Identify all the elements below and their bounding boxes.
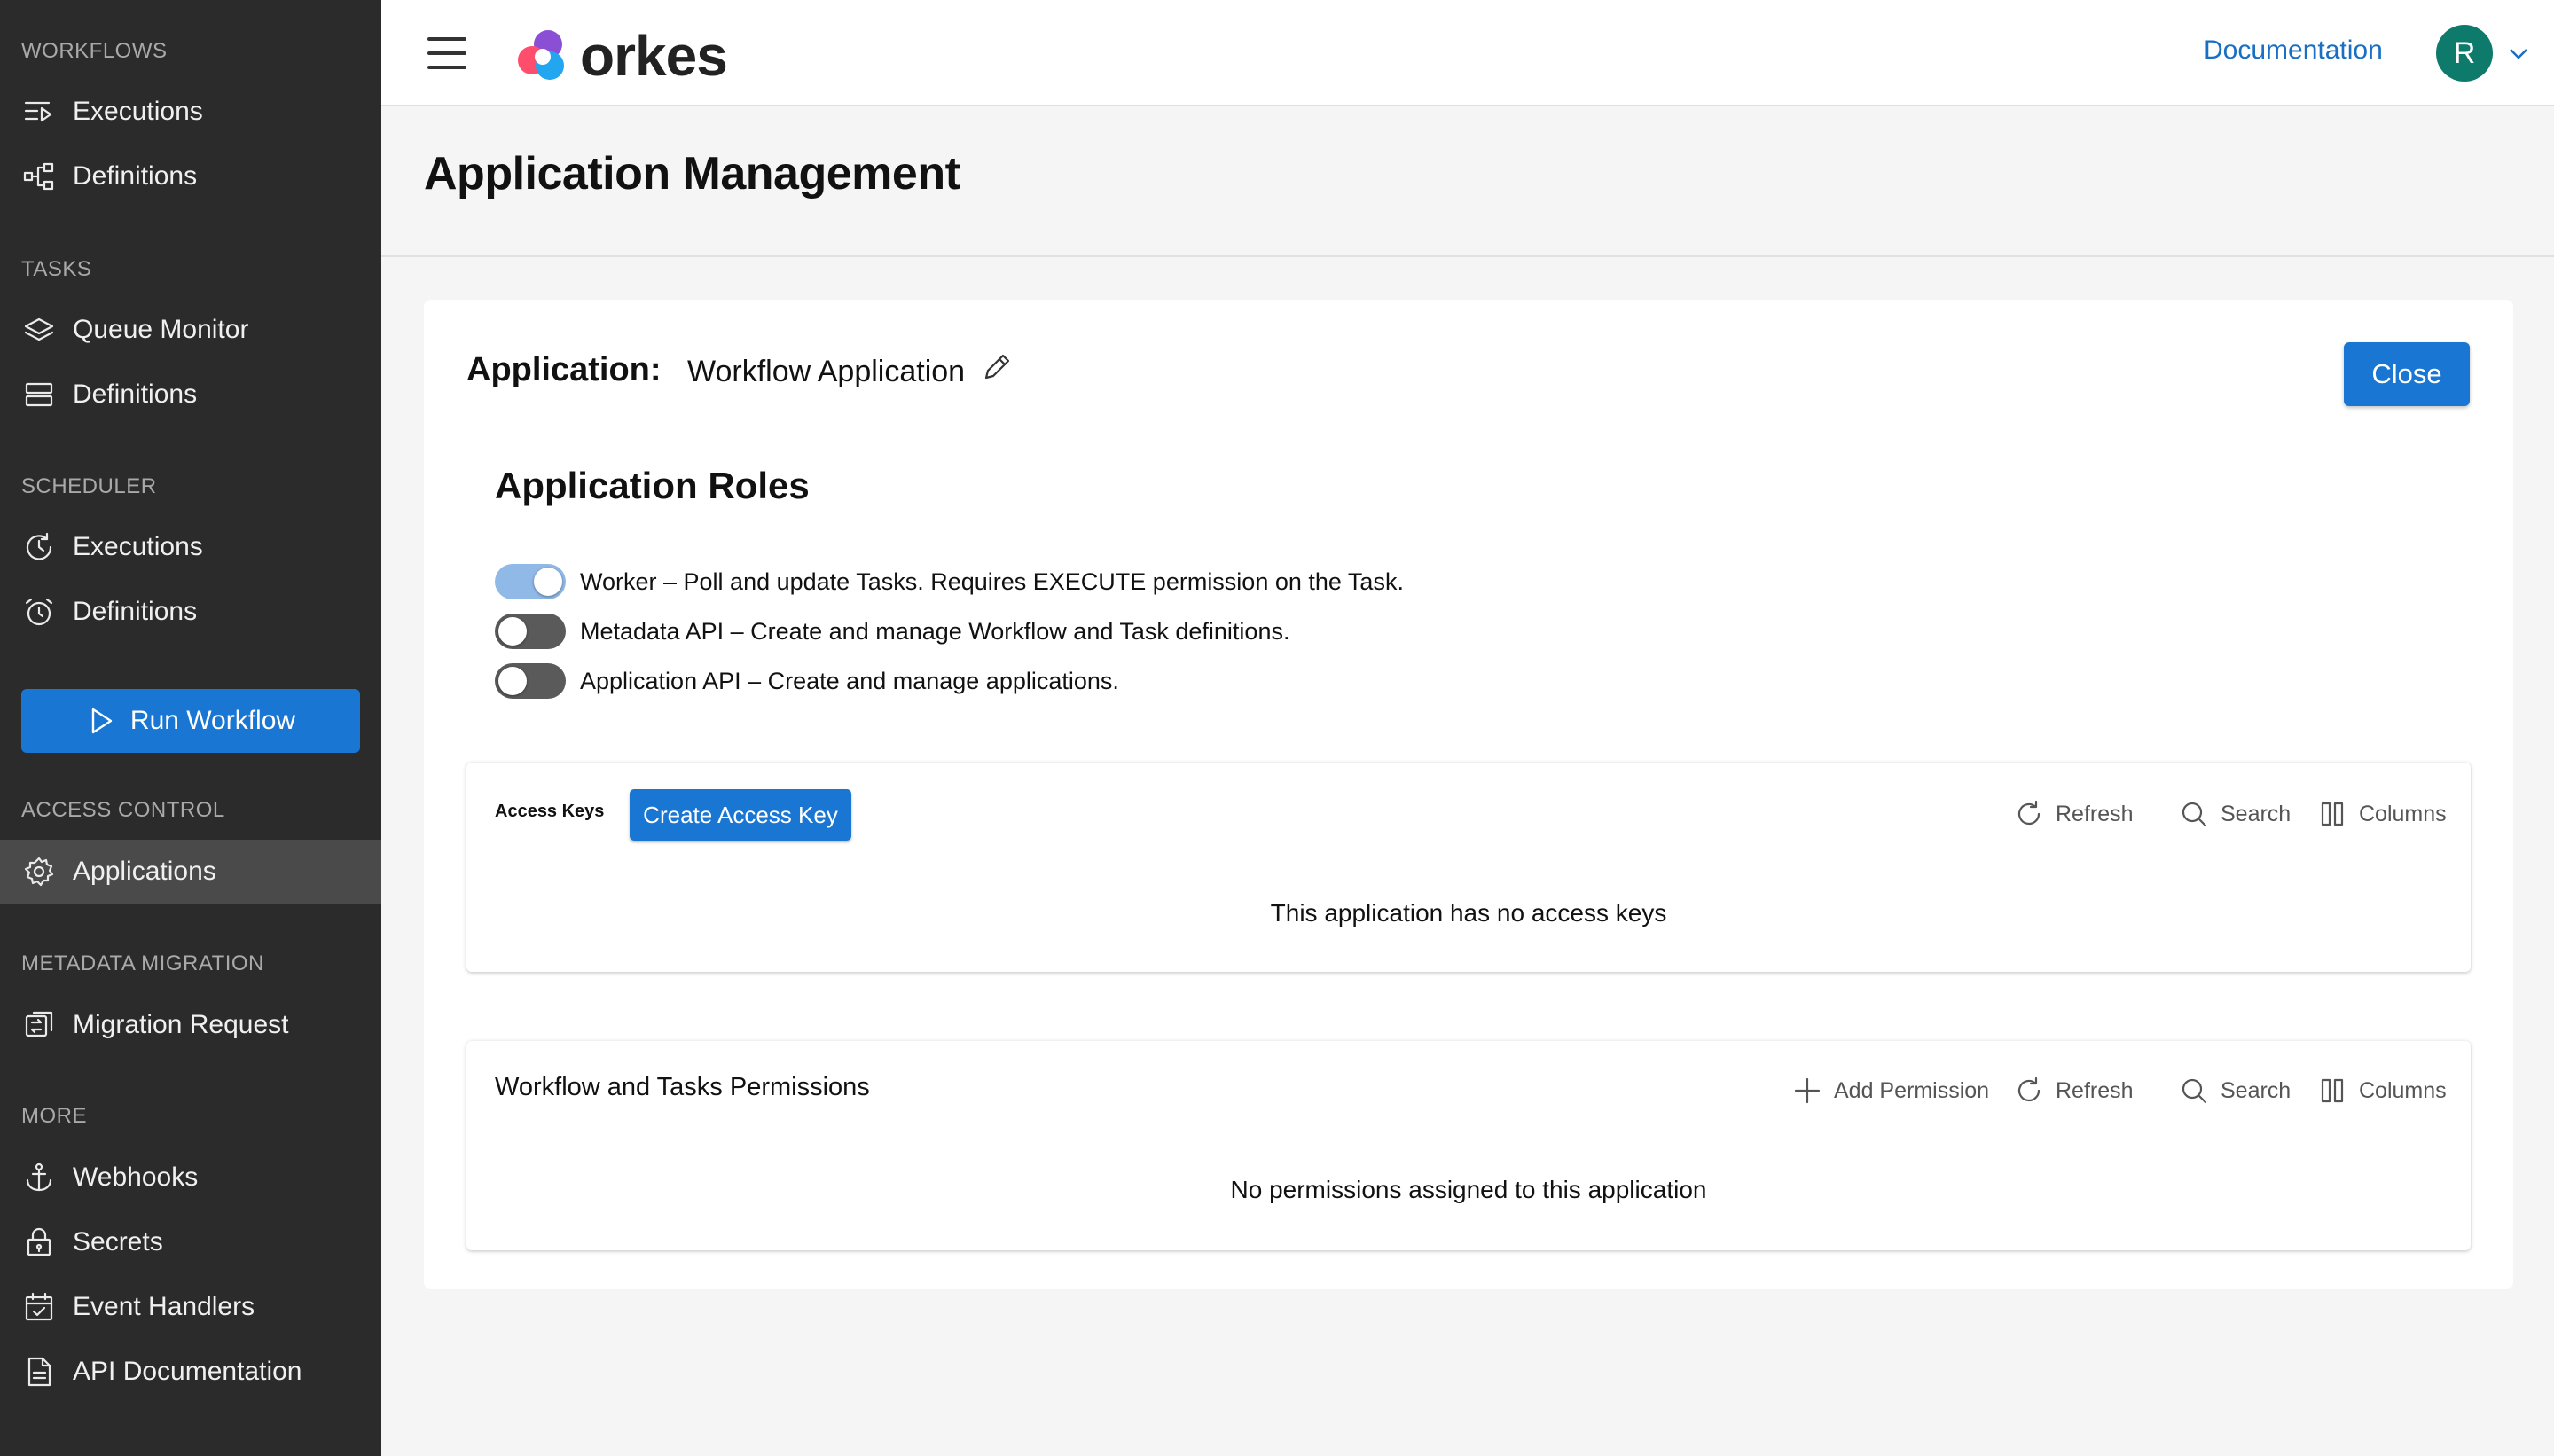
role-worker: Worker – Poll and update Tasks. Requires… xyxy=(495,562,1404,601)
sidebar-item-scheduler-definitions[interactable]: Definitions xyxy=(0,580,381,644)
lock-icon xyxy=(21,1225,57,1260)
top-bar: orkes Documentation R xyxy=(381,0,2554,106)
sidebar-item-webhooks[interactable]: Webhooks xyxy=(0,1146,381,1209)
document-icon xyxy=(21,1354,57,1389)
plus-icon xyxy=(1794,1077,1821,1104)
sidebar-item-api-documentation[interactable]: API Documentation xyxy=(0,1340,381,1404)
play-icon xyxy=(91,708,113,734)
close-button[interactable]: Close xyxy=(2344,342,2470,406)
sidebar-item-label: Secrets xyxy=(73,1227,163,1256)
application-name: Workflow Application xyxy=(687,355,966,388)
sidebar-item-label: Definitions xyxy=(73,380,198,409)
refresh-label: Refresh xyxy=(2056,801,2134,826)
section-scheduler: SCHEDULER xyxy=(21,474,157,498)
sidebar-item-label: Definitions xyxy=(73,161,198,191)
history-icon xyxy=(21,529,57,565)
role-label: Metadata API – Create and manage Workflo… xyxy=(580,617,1290,645)
run-workflow-label: Run Workflow xyxy=(129,706,296,735)
refresh-button[interactable]: Refresh xyxy=(2015,798,2134,830)
metadata-api-role-toggle[interactable] xyxy=(495,614,566,649)
access-keys-empty-message: This application has no access keys xyxy=(1270,899,1667,927)
sidebar-item-event-handlers[interactable]: Event Handlers xyxy=(0,1275,381,1339)
search-label: Search xyxy=(2221,801,2292,826)
columns-label: Columns xyxy=(2359,801,2447,826)
search-label: Search xyxy=(2221,1077,2292,1103)
sidebar-item-task-definitions[interactable]: Definitions xyxy=(0,363,381,427)
sidebar-item-label: Event Handlers xyxy=(73,1292,255,1321)
role-label: Worker – Poll and update Tasks. Requires… xyxy=(580,568,1404,595)
access-keys-title: Access Keys xyxy=(495,802,605,821)
add-permission-button[interactable]: Add Permission xyxy=(1793,1075,1989,1107)
page-header: Application Management xyxy=(381,108,2554,257)
permissions-panel: Workflow and Tasks Permissions Add Permi… xyxy=(466,1041,2471,1250)
application-label: Application: xyxy=(466,351,662,388)
stack-icon xyxy=(21,377,57,412)
columns-icon xyxy=(2321,1078,2344,1103)
logo[interactable]: orkes xyxy=(513,23,728,89)
sidebar-item-workflow-definitions[interactable]: Definitions xyxy=(0,145,381,208)
section-workflows: WORKFLOWS xyxy=(21,39,168,63)
application-api-role-toggle[interactable] xyxy=(495,663,566,699)
sidebar-item-label: Migration Request xyxy=(73,1010,289,1039)
refresh-icon xyxy=(2017,1076,2041,1102)
refresh-label: Refresh xyxy=(2056,1077,2134,1103)
search-icon xyxy=(2182,1078,2207,1104)
columns-button[interactable]: Columns xyxy=(2318,1075,2447,1107)
sidebar-item-label: Queue Monitor xyxy=(73,315,249,344)
role-label: Application API – Create and manage appl… xyxy=(580,667,1119,694)
role-metadata-api: Metadata API – Create and manage Workflo… xyxy=(495,612,1289,651)
application-card: Application: Workflow Application Close … xyxy=(424,300,2513,1289)
workflow-diagram-icon xyxy=(21,159,57,194)
search-button[interactable]: Search xyxy=(2180,798,2291,830)
sidebar: WORKFLOWS Executions Definitions TASKS Q… xyxy=(0,0,381,1456)
sidebar-item-secrets[interactable]: Secrets xyxy=(0,1210,381,1274)
alarm-clock-icon xyxy=(21,594,57,630)
permissions-title: Workflow and Tasks Permissions xyxy=(495,1073,870,1101)
chevron-down-icon[interactable] xyxy=(2506,41,2531,66)
section-more: MORE xyxy=(21,1104,87,1128)
executions-list-icon xyxy=(21,94,57,129)
columns-icon xyxy=(2321,802,2344,826)
section-access-control: ACCESS CONTROL xyxy=(21,798,225,822)
sidebar-item-label: Webhooks xyxy=(73,1162,199,1192)
access-keys-panel: Access Keys Create Access Key Refresh Se… xyxy=(466,763,2471,972)
calendar-check-icon xyxy=(21,1289,57,1325)
orkes-logo-icon xyxy=(513,27,571,85)
avatar[interactable]: R xyxy=(2436,25,2493,82)
sidebar-item-queue-monitor[interactable]: Queue Monitor xyxy=(0,298,381,362)
sidebar-item-label: Definitions xyxy=(73,597,198,626)
section-metadata-migration: METADATA MIGRATION xyxy=(21,951,264,975)
refresh-button[interactable]: Refresh xyxy=(2015,1075,2134,1107)
columns-button[interactable]: Columns xyxy=(2318,798,2447,830)
gear-icon xyxy=(21,854,57,889)
swap-icon xyxy=(21,1007,57,1043)
menu-icon[interactable] xyxy=(427,37,466,69)
role-application-api: Application API – Create and manage appl… xyxy=(495,661,1119,701)
page-title: Application Management xyxy=(424,148,960,200)
sidebar-item-label: Executions xyxy=(73,97,203,126)
layers-icon xyxy=(21,312,57,348)
sidebar-item-label: Executions xyxy=(73,532,203,561)
worker-role-toggle[interactable] xyxy=(495,564,566,599)
sidebar-item-workflow-executions[interactable]: Executions xyxy=(0,80,381,144)
permissions-empty-message: No permissions assigned to this applicat… xyxy=(1230,1176,1707,1203)
documentation-link[interactable]: Documentation xyxy=(2204,35,2383,66)
sidebar-item-scheduler-executions[interactable]: Executions xyxy=(0,515,381,579)
roles-title: Application Roles xyxy=(495,465,810,506)
logo-text: orkes xyxy=(580,24,728,88)
section-tasks: TASKS xyxy=(21,257,92,281)
run-workflow-button[interactable]: Run Workflow xyxy=(21,689,360,753)
sidebar-item-applications[interactable]: Applications xyxy=(0,840,381,904)
create-access-key-button[interactable]: Create Access Key xyxy=(630,789,851,841)
search-icon xyxy=(2182,802,2207,827)
refresh-icon xyxy=(2017,800,2041,826)
sidebar-item-migration-request[interactable]: Migration Request xyxy=(0,993,381,1057)
sidebar-item-label: API Documentation xyxy=(73,1357,302,1386)
sidebar-item-label: Applications xyxy=(73,857,216,886)
pencil-icon[interactable] xyxy=(979,349,1015,385)
columns-label: Columns xyxy=(2359,1077,2447,1103)
add-permission-label: Add Permission xyxy=(1834,1077,1990,1103)
search-button[interactable]: Search xyxy=(2180,1075,2291,1107)
anchor-icon xyxy=(21,1160,57,1195)
